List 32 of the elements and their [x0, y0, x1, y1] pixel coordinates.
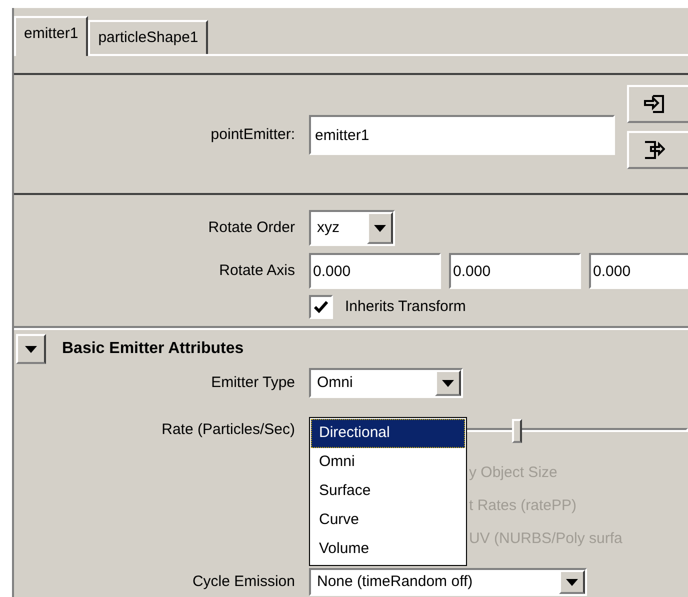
field-label: pointEmitter: — [210, 124, 295, 145]
import-button[interactable] — [627, 85, 688, 123]
export-button[interactable] — [627, 131, 688, 169]
cycle-emission-dropdown[interactable]: None (timeRandom off) — [309, 568, 587, 596]
axis-field[interactable]: 0.000 — [309, 253, 441, 289]
axis-field[interactable]: 0.000 — [449, 253, 581, 289]
caret-icon — [374, 224, 386, 232]
field-label: Emitter Type — [210, 372, 295, 393]
menu-item[interactable]: Curve — [311, 506, 465, 535]
emitter-type-dropdown[interactable]: Omni — [309, 368, 463, 398]
field-label: Rotate Axis — [218, 260, 295, 281]
node-name-field[interactable]: emitter1 — [309, 115, 615, 155]
menu-item[interactable]: Surface — [311, 477, 465, 506]
collapse-toggle[interactable] — [16, 334, 46, 364]
tab[interactable]: particleShape1 — [88, 20, 208, 54]
caret-icon — [442, 380, 454, 386]
menu-item[interactable]: Directional — [311, 419, 465, 448]
menu-item[interactable]: Volume — [311, 535, 465, 564]
caret-icon — [25, 346, 37, 352]
rotate-order-dropdown[interactable]: xyz — [309, 210, 395, 246]
field-label: Cycle Emission — [191, 572, 295, 592]
section-title: Basic Emitter Attributes — [62, 339, 244, 359]
checkbox-label: Inherits Transform — [345, 296, 466, 317]
tab[interactable]: emitter1 — [14, 16, 88, 56]
checkbox[interactable] — [309, 295, 333, 319]
menu-item[interactable]: Omni — [311, 448, 465, 477]
field-label: Rate (Particles/Sec) — [160, 420, 295, 440]
field-label: Rotate Order — [207, 218, 295, 238]
check-icon — [314, 301, 328, 313]
axis-field[interactable]: 0.000 — [589, 253, 688, 289]
slider-thumb[interactable] — [512, 419, 522, 443]
caret-icon — [566, 578, 578, 586]
